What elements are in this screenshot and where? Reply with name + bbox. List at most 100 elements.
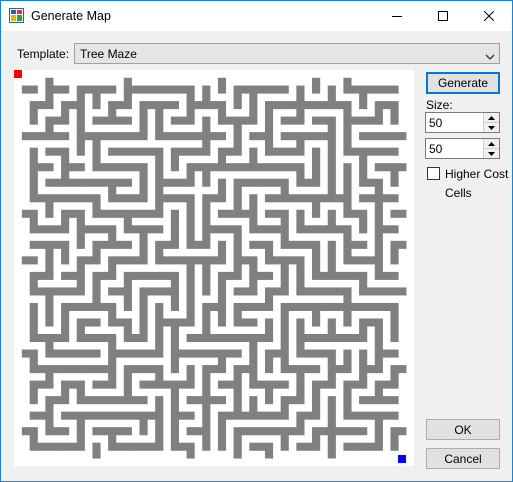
maze-wall: [147, 365, 156, 374]
maze-wall: [217, 380, 227, 389]
maze-wall: [327, 225, 336, 234]
close-button[interactable]: [466, 1, 512, 31]
maze-wall: [186, 349, 195, 358]
maze-wall: [155, 365, 164, 374]
maze-wall: [264, 380, 274, 389]
maze-wall: [76, 116, 85, 125]
maze-wall: [61, 170, 70, 179]
maze-wall: [45, 147, 54, 156]
maze-wall: [202, 403, 211, 412]
maze-wall: [123, 178, 132, 187]
maze-wall: [343, 225, 352, 234]
maze-wall: [249, 194, 258, 203]
maze-wall: [170, 295, 179, 304]
maze-wall: [374, 233, 383, 242]
maze-wall: [170, 365, 179, 374]
maze-wall: [100, 132, 109, 141]
maze-wall: [264, 442, 274, 451]
maze-wall: [374, 434, 383, 443]
maze-wall: [170, 147, 179, 156]
maze-wall: [155, 248, 164, 257]
maze-wall: [359, 147, 368, 156]
maze-wall: [272, 147, 281, 156]
maze-wall: [312, 442, 321, 451]
maze-wall: [84, 85, 93, 94]
stepper-up-icon[interactable]: [484, 113, 499, 123]
maze-wall: [296, 116, 305, 125]
maze-wall: [390, 248, 399, 257]
maze-wall: [163, 318, 172, 327]
maze-wall: [21, 209, 30, 218]
stepper-up-icon[interactable]: [484, 139, 499, 149]
maze-wall: [29, 279, 38, 288]
maze-wall: [92, 139, 101, 148]
maze-wall: [280, 233, 289, 242]
maze-wall: [264, 427, 274, 436]
maze-wall: [327, 396, 336, 405]
maze-wall: [108, 147, 117, 156]
maze-wall: [37, 334, 46, 343]
maze-wall: [280, 116, 289, 125]
maze-wall: [155, 287, 164, 296]
maze-wall: [312, 77, 321, 86]
maze-wall: [45, 310, 54, 319]
ok-button[interactable]: OK: [426, 419, 500, 440]
maze-wall: [272, 178, 281, 187]
maze-wall: [327, 349, 336, 358]
maze-wall: [100, 271, 109, 280]
maze-wall: [217, 411, 227, 420]
maze-wall: [210, 396, 219, 405]
maze-wall: [108, 341, 117, 350]
maximize-button[interactable]: [420, 1, 466, 31]
maze-wall: [68, 302, 78, 311]
stepper-down-icon[interactable]: [484, 123, 499, 132]
maze-wall: [170, 334, 179, 343]
maze-wall: [45, 318, 54, 327]
maze-wall: [163, 380, 172, 389]
maze-wall: [241, 287, 250, 296]
minimize-button[interactable]: [374, 1, 420, 31]
maze-wall: [319, 194, 329, 203]
maze-wall: [29, 101, 38, 110]
cancel-button[interactable]: Cancel: [426, 448, 500, 469]
maze-wall: [170, 419, 179, 428]
generate-button[interactable]: Generate: [426, 72, 500, 94]
maze-wall: [170, 349, 179, 358]
size-height-stepper[interactable]: 50: [425, 138, 500, 159]
size-width-stepper[interactable]: 50: [425, 112, 500, 133]
maze-wall: [123, 240, 132, 249]
maze-wall: [61, 380, 70, 389]
maze-wall: [249, 427, 258, 436]
maze-wall: [76, 302, 85, 311]
maze-wall: [178, 380, 187, 389]
maze-wall: [210, 194, 219, 203]
maze-wall: [312, 240, 321, 249]
maze-wall: [68, 287, 78, 296]
maze-wall: [327, 209, 336, 218]
stepper-down-icon[interactable]: [484, 149, 499, 158]
template-dropdown[interactable]: Tree Maze: [74, 43, 500, 64]
maze-wall: [312, 178, 321, 187]
maze-wall: [202, 419, 211, 428]
maze-wall: [319, 427, 329, 436]
maze-wall: [170, 85, 179, 94]
maze-wall: [61, 163, 70, 172]
maze-wall: [139, 411, 148, 420]
higher-cost-checkbox[interactable]: [427, 167, 440, 180]
maze-wall: [123, 279, 132, 288]
maze-wall: [343, 163, 352, 172]
maze-wall: [21, 85, 30, 94]
maze-wall: [37, 365, 46, 374]
maze-wall: [272, 194, 281, 203]
maze-wall: [139, 318, 148, 327]
maze-wall: [249, 256, 258, 265]
maze-wall: [155, 419, 164, 428]
maze-wall: [390, 310, 399, 319]
maze-wall: [304, 334, 313, 343]
maze-wall: [29, 108, 38, 117]
maze-wall: [53, 116, 62, 125]
maze-wall: [100, 380, 109, 389]
title-bar: Generate Map: [1, 1, 512, 31]
maze-wall: [45, 341, 54, 350]
maze-wall: [382, 349, 391, 358]
